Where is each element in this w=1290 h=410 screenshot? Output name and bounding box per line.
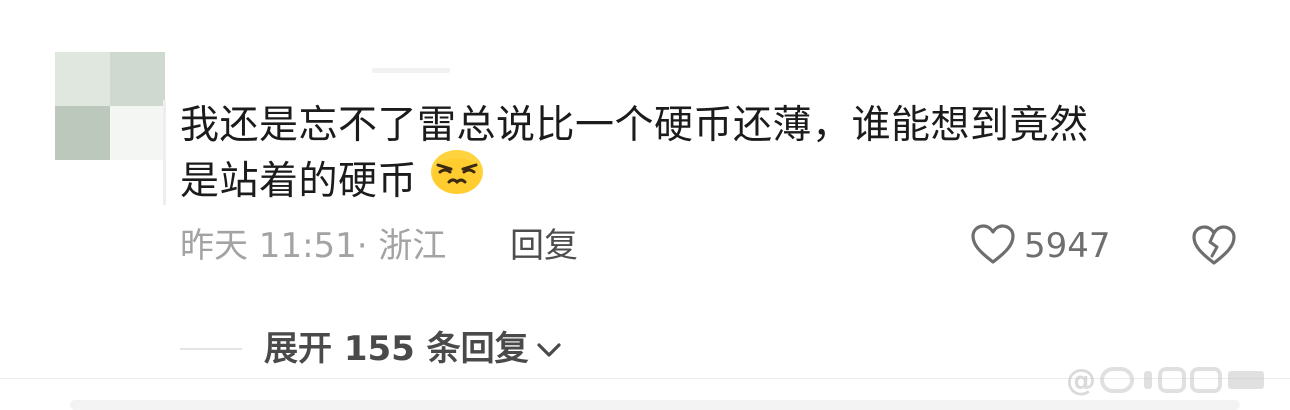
comment-timestamp: 昨天 11:51 bbox=[180, 226, 357, 266]
watermark-shape bbox=[1100, 367, 1264, 393]
comment-meta: 昨天 11:51· 浙江 bbox=[180, 222, 446, 270]
watermark: @ bbox=[1066, 360, 1270, 400]
avatar-tile bbox=[55, 106, 110, 160]
dislike-button[interactable] bbox=[1190, 223, 1238, 271]
avatar[interactable] bbox=[55, 52, 165, 160]
meta-separator: · bbox=[356, 226, 368, 266]
avatar-tile bbox=[110, 52, 165, 106]
expand-replies-button[interactable]: 展开 155 条回复 bbox=[264, 325, 563, 373]
smirk-face-emoji-icon bbox=[429, 148, 485, 212]
heart-icon bbox=[970, 223, 1016, 269]
expand-replies-label: 展开 155 条回复 bbox=[264, 329, 529, 369]
avatar-tile bbox=[110, 106, 165, 160]
comment-text-line-1: 我还是忘不了雷总说比一个硬币还薄，谁能想到竟然 bbox=[180, 103, 1089, 148]
avatar-divider bbox=[163, 100, 166, 205]
comment-body: 我还是忘不了雷总说比一个硬币还薄，谁能想到竟然 是站着的硬币 bbox=[180, 98, 1240, 212]
next-comment-edge bbox=[70, 400, 1240, 410]
like-count: 5947 bbox=[1024, 226, 1111, 266]
reply-button[interactable]: 回复 bbox=[510, 222, 578, 270]
username-placeholder bbox=[372, 68, 450, 73]
like-button[interactable]: 5947 bbox=[970, 222, 1111, 270]
comment-text-line-2: 是站着的硬币 bbox=[180, 159, 418, 204]
watermark-text: @ bbox=[1066, 362, 1096, 398]
expand-divider-line bbox=[180, 348, 242, 350]
broken-heart-icon bbox=[1191, 224, 1237, 270]
avatar-tile bbox=[55, 52, 110, 106]
comment-location: 浙江 bbox=[378, 226, 447, 266]
chevron-down-icon bbox=[529, 325, 563, 373]
